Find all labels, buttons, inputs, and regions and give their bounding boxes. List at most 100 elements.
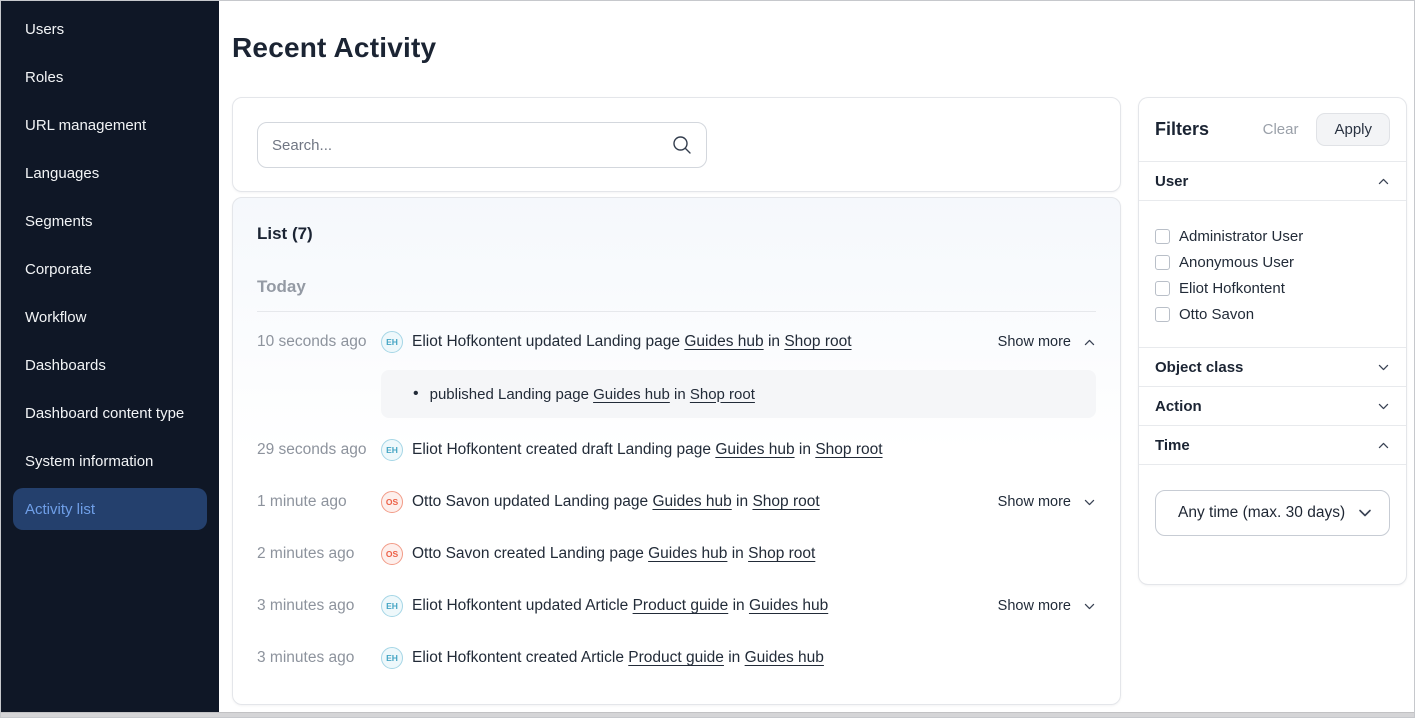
object-link[interactable]: Guides hub xyxy=(648,545,727,562)
group-label-today: Today xyxy=(257,277,1096,312)
object-link[interactable]: Guides hub xyxy=(652,493,731,510)
filter-section-object-class[interactable]: Object class xyxy=(1139,348,1406,387)
window-bottom-edge xyxy=(0,712,1415,718)
container-link[interactable]: Shop root xyxy=(784,333,851,350)
activity-text: Otto Savon created Landing page xyxy=(412,545,644,562)
sidebar-item-activity-list[interactable]: Activity list xyxy=(13,488,207,530)
filters-header: Filters Clear Apply xyxy=(1139,98,1406,162)
activity-timestamp: 3 minutes ago xyxy=(257,597,381,615)
filter-section-time[interactable]: Time xyxy=(1139,426,1406,465)
filter-section-user[interactable]: User xyxy=(1139,162,1406,201)
page-title: Recent Activity xyxy=(232,32,436,64)
search-input[interactable] xyxy=(257,122,707,168)
user-filter-option[interactable]: Otto Savon xyxy=(1155,301,1390,327)
chevron-down-icon xyxy=(1377,400,1390,413)
user-filter-option[interactable]: Administrator User xyxy=(1155,223,1390,249)
user-avatar-eh: EH xyxy=(381,439,403,461)
sidebar-item-languages[interactable]: Languages xyxy=(1,149,219,197)
filters-panel: Filters Clear Apply User Administrator U… xyxy=(1138,97,1407,585)
checkbox-label: Otto Savon xyxy=(1179,306,1254,323)
user-avatar-eh: EH xyxy=(381,647,403,669)
chevron-up-icon xyxy=(1377,439,1390,452)
user-filter-checkbox[interactable] xyxy=(1155,307,1170,322)
activity-description: Otto Savon updated Landing page Guides h… xyxy=(412,493,986,511)
checkbox-label: Eliot Hofkontent xyxy=(1179,280,1285,297)
apply-filters-button[interactable]: Apply xyxy=(1316,113,1390,146)
show-more-button[interactable]: Show more xyxy=(998,494,1096,510)
sidebar-item-segments[interactable]: Segments xyxy=(1,197,219,245)
filter-section-action[interactable]: Action xyxy=(1139,387,1406,426)
user-filter-options: Administrator User Anonymous User Eliot … xyxy=(1139,201,1406,348)
container-link[interactable]: Shop root xyxy=(815,441,882,458)
detail-text: published Landing page Guides hub in Sho… xyxy=(430,386,755,403)
sidebar-item-roles[interactable]: Roles xyxy=(1,53,219,101)
search-icon[interactable] xyxy=(671,134,693,156)
activity-text: Eliot Hofkontent created draft Landing p… xyxy=(412,441,711,458)
object-link[interactable]: Guides hub xyxy=(684,333,763,350)
filter-section-label: User xyxy=(1155,173,1188,190)
sidebar-item-corporate[interactable]: Corporate xyxy=(1,245,219,293)
user-filter-checkbox[interactable] xyxy=(1155,255,1170,270)
checkbox-label: Anonymous User xyxy=(1179,254,1294,271)
time-range-select[interactable]: Any time (max. 30 days) xyxy=(1155,490,1390,536)
activity-description: Eliot Hofkontent updated Landing page Gu… xyxy=(412,333,986,351)
user-avatar-eh: EH xyxy=(381,595,403,617)
chevron-up-icon xyxy=(1377,175,1390,188)
activity-text: Otto Savon updated Landing page xyxy=(412,493,648,510)
container-link[interactable]: Shop root xyxy=(690,386,755,403)
activity-text: in xyxy=(768,333,780,350)
object-link[interactable]: Guides hub xyxy=(715,441,794,458)
activity-description: Eliot Hofkontent updated Article Product… xyxy=(412,597,986,615)
clear-filters-button[interactable]: Clear xyxy=(1263,121,1299,138)
container-link[interactable]: Guides hub xyxy=(749,597,828,614)
filter-section-label: Object class xyxy=(1155,359,1243,376)
activity-row: 2 minutes ago OS Otto Savon created Land… xyxy=(257,528,1096,580)
sidebar-item-system-information[interactable]: System information xyxy=(1,437,219,485)
show-more-button[interactable]: Show more xyxy=(998,334,1096,350)
activity-description: Eliot Hofkontent created Article Product… xyxy=(412,649,1096,667)
user-filter-option[interactable]: Eliot Hofkontent xyxy=(1155,275,1390,301)
activity-text: Eliot Hofkontent created Article xyxy=(412,649,624,666)
activity-timestamp: 10 seconds ago xyxy=(257,333,381,351)
search-card xyxy=(232,97,1121,192)
sidebar: Users Roles URL management Languages Seg… xyxy=(1,1,219,712)
activity-text: Eliot Hofkontent updated Article xyxy=(412,597,628,614)
search-box xyxy=(257,122,707,168)
activity-timestamp: 1 minute ago xyxy=(257,493,381,511)
activity-list-card: List (7) Today 10 seconds ago EH Eliot H… xyxy=(232,197,1121,705)
time-range-value: Any time (max. 30 days) xyxy=(1178,504,1345,522)
chevron-down-icon xyxy=(1377,361,1390,374)
filter-section-label: Action xyxy=(1155,398,1202,415)
container-link[interactable]: Shop root xyxy=(748,545,815,562)
object-link[interactable]: Guides hub xyxy=(593,386,670,403)
activity-text: Eliot Hofkontent updated Landing page xyxy=(412,333,680,350)
filter-section-label: Time xyxy=(1155,437,1190,454)
chevron-down-icon xyxy=(1083,496,1096,509)
activity-detail: published Landing page Guides hub in Sho… xyxy=(381,370,1096,418)
activity-text: in xyxy=(799,441,811,458)
activity-row: 3 minutes ago EH Eliot Hofkontent update… xyxy=(257,580,1096,632)
user-avatar-os: OS xyxy=(381,491,403,513)
activity-timestamp: 2 minutes ago xyxy=(257,545,381,563)
object-link[interactable]: Product guide xyxy=(633,597,729,614)
show-more-label: Show more xyxy=(998,334,1071,350)
activity-row: 3 minutes ago EH Eliot Hofkontent create… xyxy=(257,632,1096,684)
activity-text: in xyxy=(728,649,740,666)
sidebar-item-dashboards[interactable]: Dashboards xyxy=(1,341,219,389)
user-avatar-eh: EH xyxy=(381,331,403,353)
activity-text: in xyxy=(736,493,748,510)
user-filter-checkbox[interactable] xyxy=(1155,281,1170,296)
object-link[interactable]: Product guide xyxy=(628,649,724,666)
activity-row: 1 minute ago OS Otto Savon updated Landi… xyxy=(257,476,1096,528)
container-link[interactable]: Guides hub xyxy=(745,649,824,666)
sidebar-item-workflow[interactable]: Workflow xyxy=(1,293,219,341)
sidebar-item-url-management[interactable]: URL management xyxy=(1,101,219,149)
list-title: List (7) xyxy=(257,224,1096,244)
user-filter-checkbox[interactable] xyxy=(1155,229,1170,244)
show-more-button[interactable]: Show more xyxy=(998,598,1096,614)
bullet-icon xyxy=(413,385,430,403)
sidebar-item-users[interactable]: Users xyxy=(1,5,219,53)
container-link[interactable]: Shop root xyxy=(752,493,819,510)
sidebar-item-dashboard-content-type[interactable]: Dashboard content type xyxy=(1,389,219,437)
user-filter-option[interactable]: Anonymous User xyxy=(1155,249,1390,275)
